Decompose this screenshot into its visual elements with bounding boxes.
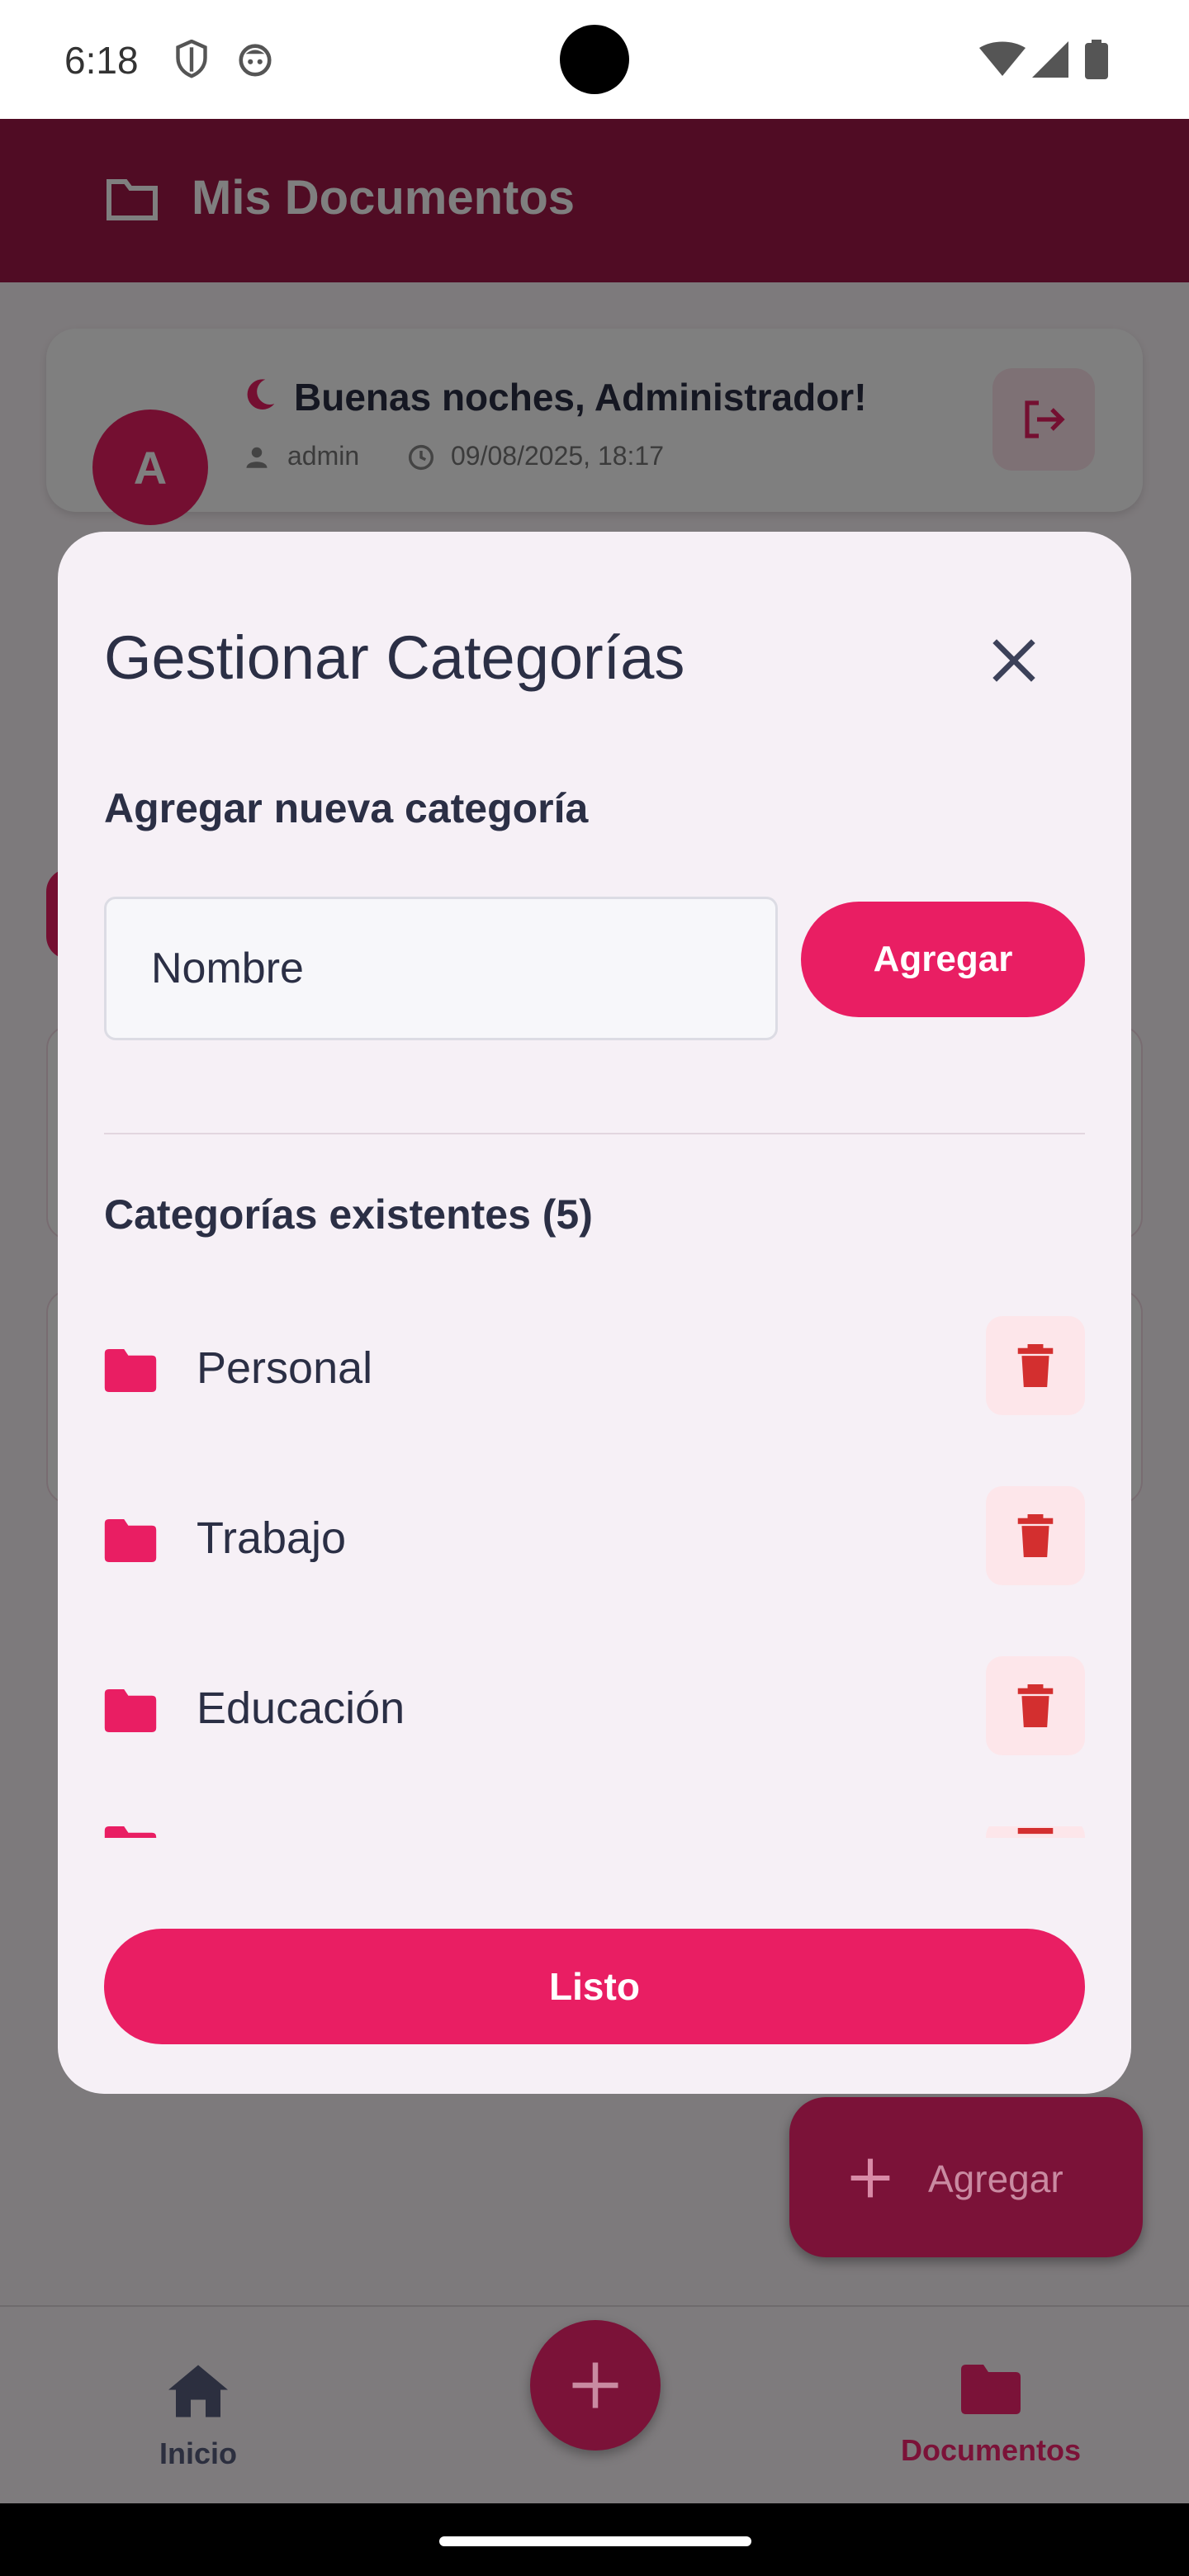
signal-icon — [1032, 41, 1068, 82]
trash-icon — [1017, 1344, 1054, 1387]
wifi-icon — [979, 41, 1026, 82]
status-time: 6:18 — [64, 39, 139, 82]
plus-icon — [572, 2362, 618, 2408]
divider — [104, 1133, 1085, 1134]
manage-categories-dialog: Gestionar Categorías Agregar nueva categ… — [58, 532, 1131, 2094]
folder-icon — [104, 1689, 157, 1736]
folder-icon — [104, 1349, 157, 1396]
add-document-fab-label: Agregar — [928, 2157, 1063, 2200]
plus-icon — [847, 2155, 893, 2205]
quick-add-fab[interactable] — [530, 2320, 661, 2451]
folder-icon — [104, 1519, 157, 1566]
existing-categories-label: Categorías existentes (5) — [104, 1191, 593, 1238]
nav-label-documentos: Documentos — [900, 2433, 1082, 2467]
category-name: Trabajo — [197, 1513, 347, 1563]
trash-icon — [1017, 1684, 1054, 1727]
add-document-fab[interactable]: Agregar — [789, 2097, 1143, 2257]
close-icon — [992, 639, 1035, 682]
delete-category-button[interactable] — [986, 1486, 1085, 1585]
close-button[interactable] — [981, 627, 1047, 694]
nav-item-documentos[interactable]: Documentos — [883, 2365, 1098, 2468]
shield-icon — [173, 39, 210, 83]
delete-category-button[interactable] — [986, 1826, 1085, 1838]
category-name: Personal — [197, 1343, 373, 1393]
add-category-button[interactable]: Agregar — [801, 902, 1085, 1017]
trash-icon — [1017, 1828, 1054, 1835]
dialog-title: Gestionar Categorías — [104, 623, 685, 692]
trash-icon — [1017, 1514, 1054, 1557]
category-name: Educación — [197, 1683, 405, 1733]
battery-icon — [1085, 40, 1108, 83]
home-gesture-bar[interactable] — [439, 2536, 751, 2546]
add-category-label: Agregar nueva categoría — [104, 785, 589, 831]
status-bar: 6:18 — [0, 0, 1189, 119]
folder-icon — [961, 2365, 1021, 2414]
category-name-input[interactable] — [104, 897, 778, 1040]
robot-face-icon — [236, 40, 274, 82]
list-item: Personal — [58, 1316, 1131, 1486]
nav-item-inicio[interactable]: Inicio — [124, 2365, 272, 2471]
list-item: Educación — [58, 1656, 1131, 1826]
home-icon — [168, 2365, 228, 2417]
folder-icon — [104, 1826, 157, 1838]
delete-category-button[interactable] — [986, 1316, 1085, 1415]
front-camera — [560, 25, 629, 94]
delete-category-button[interactable] — [986, 1656, 1085, 1755]
list-item: Trabajo — [58, 1486, 1131, 1656]
list-item-clipped — [58, 1826, 1131, 1838]
nav-label-inicio: Inicio — [159, 2436, 237, 2470]
done-button[interactable]: Listo — [104, 1929, 1085, 2044]
